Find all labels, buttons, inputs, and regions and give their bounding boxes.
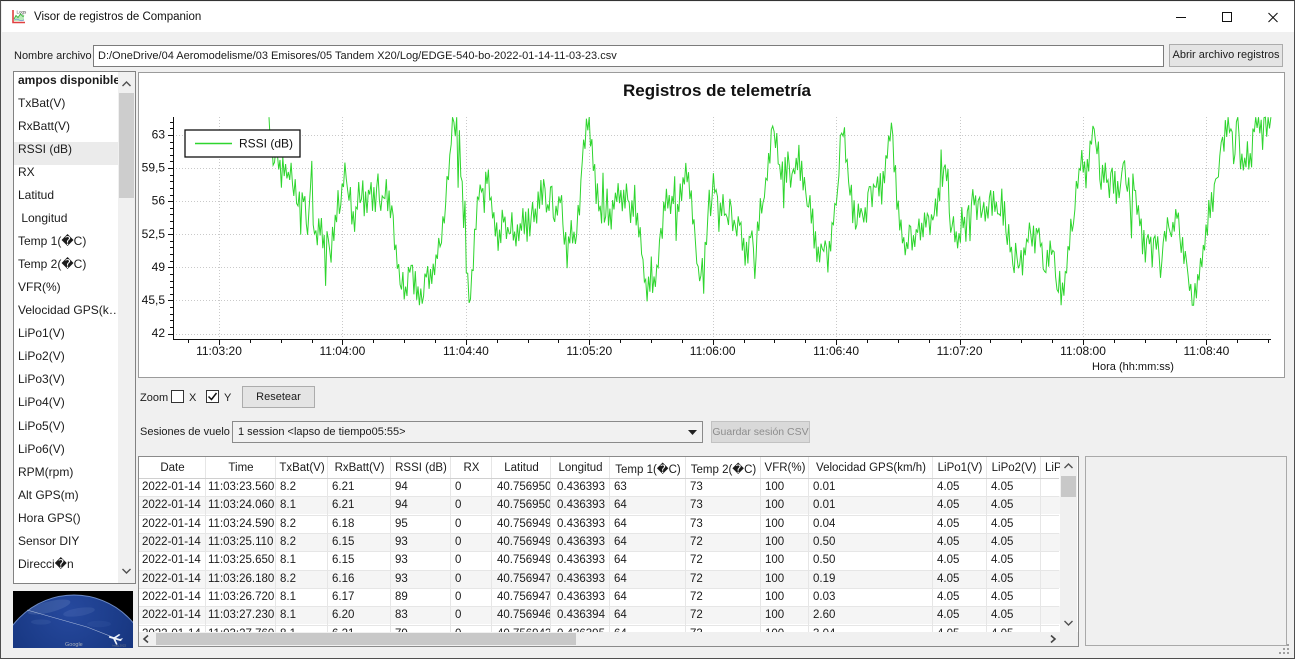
svg-text:11:04:40: 11:04:40	[443, 344, 489, 358]
svg-text:11:08:40: 11:08:40	[1183, 344, 1229, 358]
svg-text:42: 42	[152, 326, 166, 340]
svg-text:11:05:20: 11:05:20	[566, 344, 612, 358]
svg-text:Registros de telemetría: Registros de telemetría	[623, 81, 812, 100]
svg-text:11:03:20: 11:03:20	[196, 344, 242, 358]
svg-text:49: 49	[152, 260, 166, 274]
svg-text:11:04:00: 11:04:00	[319, 344, 365, 358]
svg-text:11:08:00: 11:08:00	[1060, 344, 1106, 358]
svg-text:45,5: 45,5	[142, 293, 166, 307]
svg-text:11:06:40: 11:06:40	[813, 344, 859, 358]
svg-text:11:07:20: 11:07:20	[937, 344, 983, 358]
svg-text:Imag.2022: Imag.2022	[112, 644, 127, 648]
svg-text:Google: Google	[65, 642, 83, 648]
svg-text:11:06:00: 11:06:00	[690, 344, 736, 358]
svg-text:RSSI (dB): RSSI (dB)	[239, 137, 293, 151]
svg-text:59,5: 59,5	[142, 161, 166, 175]
svg-text:52,5: 52,5	[142, 227, 166, 241]
svg-text:Logs: Logs	[17, 10, 28, 15]
svg-text:Hora (hh:mm:ss): Hora (hh:mm:ss)	[1092, 361, 1174, 373]
svg-text:56: 56	[152, 194, 166, 208]
svg-text:63: 63	[152, 128, 166, 142]
